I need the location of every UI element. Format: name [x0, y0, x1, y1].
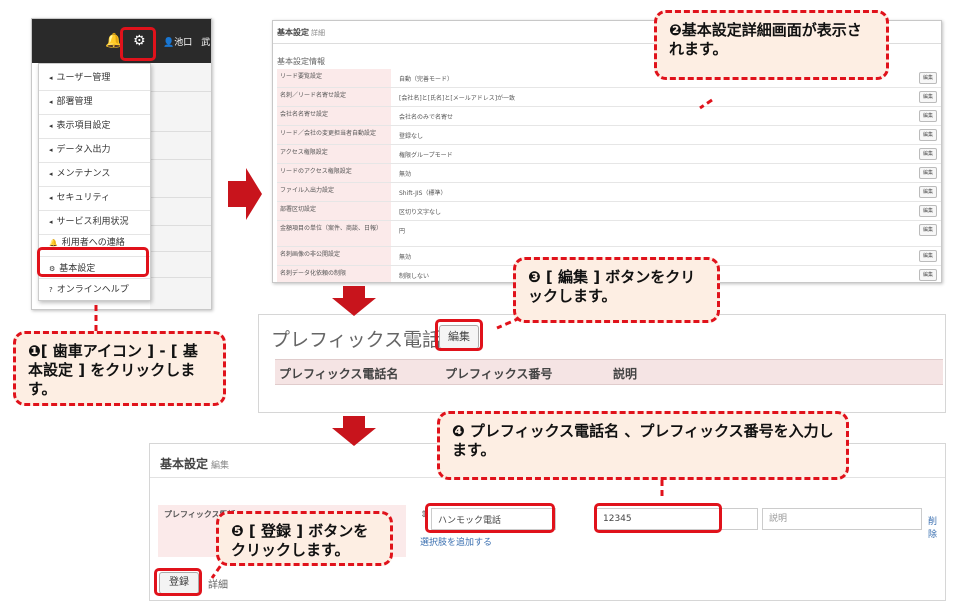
arrow-down-2 — [332, 416, 376, 446]
flow-arrows — [94, 98, 713, 579]
arrow-right — [228, 168, 262, 220]
arrow-down-1 — [332, 286, 376, 316]
callout-step-4: ❹ プレフィックス電話名 、プレフィックス番号を入力します。 — [437, 411, 849, 480]
callout-step-1: ❶[ 歯車アイコン ] - [ 基本設定 ] をクリックします。 — [13, 331, 226, 406]
callout-step-3: ❸ [ 編集 ] ボタンをクリックします。 — [513, 257, 720, 323]
callout-step-5: ❺ [ 登録 ] ボタンをクリックします。 — [216, 511, 393, 566]
callout-step-2: ❷基本設定詳細画面が表示されます。 — [654, 10, 889, 80]
